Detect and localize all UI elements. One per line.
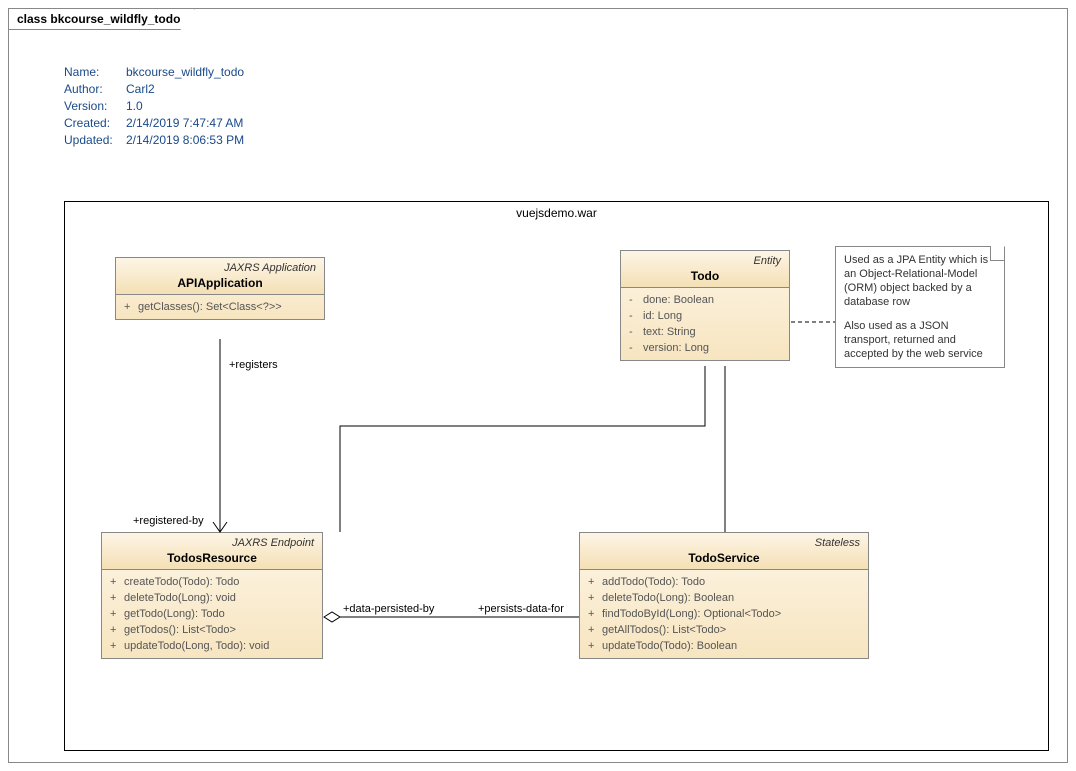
operations: +createTodo(Todo): Todo +deleteTodo(Long…	[102, 570, 322, 658]
class-head: Entity Todo	[621, 251, 789, 288]
meta-created-value: 2/14/2019 7:47:47 AM	[126, 115, 243, 132]
meta-version-value: 1.0	[126, 98, 143, 115]
class-name: APIApplication	[124, 276, 316, 290]
note-todo-entity[interactable]: Used as a JPA Entity which is an Object-…	[835, 246, 1005, 368]
note-paragraph: Used as a JPA Entity which is an Object-…	[844, 253, 996, 309]
title-prefix: class	[17, 12, 47, 26]
class-name: TodosResource	[110, 551, 314, 565]
package-name: vuejsdemo.war	[65, 202, 1048, 230]
meta-updated-label: Updated:	[64, 132, 126, 149]
note-paragraph: Also used as a JSON transport, returned …	[844, 319, 996, 361]
meta-name-label: Name:	[64, 64, 126, 81]
meta-version-label: Version:	[64, 98, 126, 115]
operations: +getClasses(): Set<Class<?>>	[116, 295, 324, 319]
package-vuejsdemo: vuejsdemo.war JAXRS Application APIAppli…	[64, 201, 1049, 751]
meta-updated-value: 2/14/2019 8:06:53 PM	[126, 132, 244, 149]
class-head: Stateless TodoService	[580, 533, 868, 570]
attributes: -done: Boolean -id: Long -text: String -…	[621, 288, 789, 360]
stereotype: JAXRS Application	[124, 262, 316, 274]
assoc-label-registers: +registers	[229, 359, 278, 371]
meta-name-value: bkcourse_wildfly_todo	[126, 64, 244, 81]
stereotype: Stateless	[588, 537, 860, 549]
assoc-label-registered-by: +registered-by	[133, 515, 204, 527]
meta-created-label: Created:	[64, 115, 126, 132]
meta-author-value: Carl2	[126, 81, 155, 98]
diagram-frame: class bkcourse_wildfly_todo Name:bkcours…	[8, 8, 1068, 763]
diagram-metadata: Name:bkcourse_wildfly_todo Author:Carl2 …	[64, 64, 244, 149]
class-name: TodoService	[588, 551, 860, 565]
class-head: JAXRS Application APIApplication	[116, 258, 324, 295]
class-head: JAXRS Endpoint TodosResource	[102, 533, 322, 570]
stereotype: Entity	[629, 255, 781, 267]
operations: +addTodo(Todo): Todo +deleteTodo(Long): …	[580, 570, 868, 658]
diagram-title-tab: class bkcourse_wildfly_todo	[8, 8, 195, 30]
title-name: bkcourse_wildfly_todo	[50, 12, 180, 26]
class-name: Todo	[629, 269, 781, 283]
assoc-label-data-persisted-by: +data-persisted-by	[343, 603, 434, 615]
class-todosresource[interactable]: JAXRS Endpoint TodosResource +createTodo…	[101, 532, 323, 659]
class-todoservice[interactable]: Stateless TodoService +addTodo(Todo): To…	[579, 532, 869, 659]
assoc-label-persists-data-for: +persists-data-for	[478, 603, 564, 615]
class-apiapplication[interactable]: JAXRS Application APIApplication +getCla…	[115, 257, 325, 320]
meta-author-label: Author:	[64, 81, 126, 98]
stereotype: JAXRS Endpoint	[110, 537, 314, 549]
class-todo[interactable]: Entity Todo -done: Boolean -id: Long -te…	[620, 250, 790, 361]
